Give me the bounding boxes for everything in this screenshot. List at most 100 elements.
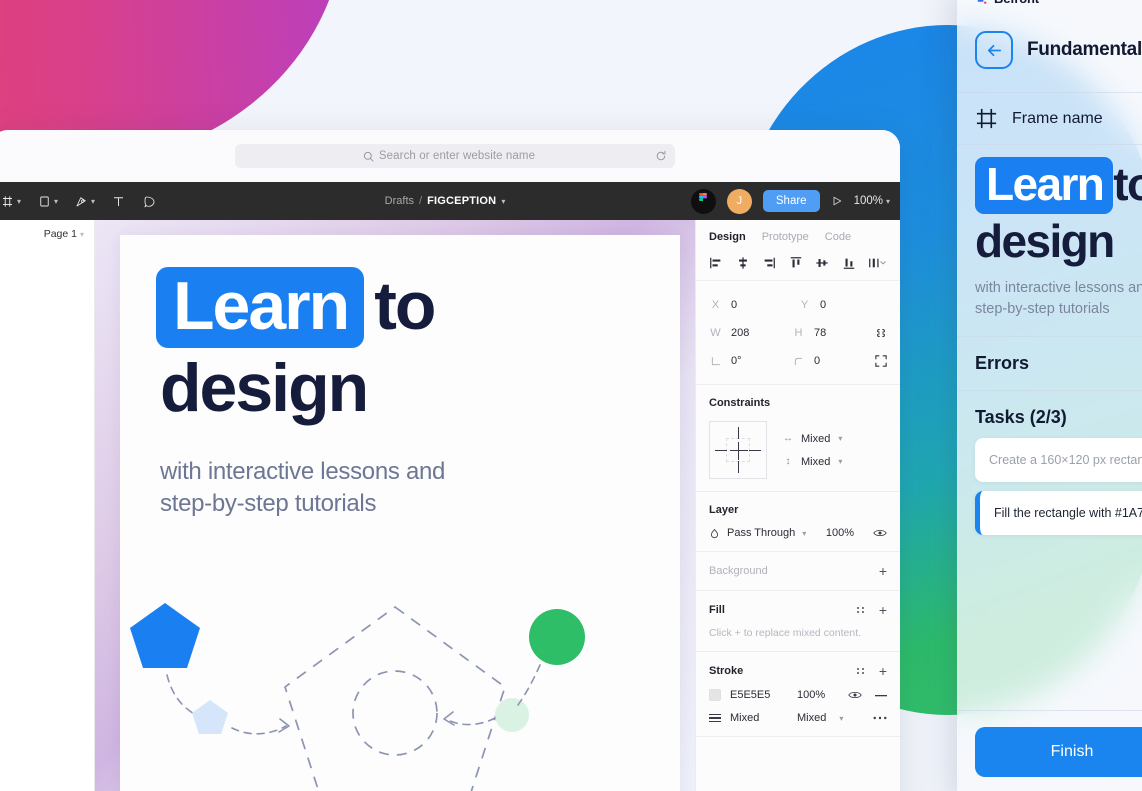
minus-icon[interactable] <box>875 694 887 697</box>
y-label: Y <box>800 299 809 311</box>
constrain-proportions-icon[interactable] <box>875 326 887 340</box>
plus-icon[interactable]: + <box>879 603 887 617</box>
stroke-weight-value[interactable]: Mixed <box>797 712 826 724</box>
w-label: W <box>710 327 721 339</box>
reload-icon[interactable] <box>655 150 667 162</box>
task-item-done[interactable]: Create a 160×120 px rectangle <box>975 437 1142 482</box>
ellipsis-icon[interactable] <box>873 716 887 720</box>
chevron-down-icon[interactable]: ▾ <box>802 529 806 538</box>
y-field[interactable]: Y 0 <box>798 299 887 311</box>
tab-code[interactable]: Code <box>825 231 851 243</box>
text-tool[interactable] <box>111 194 126 209</box>
chevron-down-icon: ▾ <box>838 434 843 443</box>
constraint-center-vertical[interactable] <box>738 442 739 460</box>
constraints-widget[interactable] <box>709 421 767 479</box>
align-horizontal-center-icon[interactable] <box>736 256 750 270</box>
comment-tool[interactable] <box>142 194 157 209</box>
stroke-color-hex[interactable]: E5E5E5 <box>730 689 788 701</box>
styles-dots-icon[interactable] <box>856 607 865 613</box>
zoom-control[interactable]: 100% ▾ <box>854 195 890 207</box>
distribute-icon[interactable] <box>868 256 887 270</box>
shape-illustration <box>120 595 680 791</box>
align-top-icon[interactable] <box>789 256 803 270</box>
stroke-align-value[interactable]: Mixed <box>730 712 788 724</box>
back-button[interactable] <box>975 31 1013 69</box>
page-selector[interactable]: Page 1 ▾ <box>0 220 94 248</box>
transform-properties: X 0 Y 0 W 208 H 78 0° 0 <box>696 281 900 385</box>
constraint-handle-left[interactable] <box>715 450 727 451</box>
stroke-opacity[interactable]: 100% <box>797 689 825 701</box>
headline-line-1: Learn to <box>156 267 644 348</box>
h-value: 78 <box>814 327 827 339</box>
befront-logo[interactable]: Befront <box>957 0 1142 8</box>
tab-design[interactable]: Design <box>709 231 746 243</box>
square-icon <box>37 194 52 209</box>
x-field[interactable]: X 0 <box>709 299 798 311</box>
constraint-dropdowns: ↔ Mixed ▾ ↕ Mixed ▾ <box>783 433 842 468</box>
chevron-down-icon: ▾ <box>91 196 96 206</box>
align-vertical-center-icon[interactable] <box>815 256 829 270</box>
dashed-connector-3 <box>517 664 541 706</box>
pentagon-dashed-outline <box>284 606 506 791</box>
eye-icon[interactable] <box>873 528 887 538</box>
address-bar[interactable]: Search or enter website name <box>235 144 675 168</box>
horizontal-constraint[interactable]: ↔ Mixed ▾ <box>783 433 842 445</box>
frame-name-row[interactable]: Frame name <box>957 92 1142 145</box>
constraint-handle-bottom[interactable] <box>738 461 739 473</box>
figma-canvas[interactable]: Learn to design with interactive lessons… <box>95 220 695 791</box>
stroke-color-swatch[interactable] <box>709 689 721 701</box>
file-name[interactable]: FIGCEPTION <box>427 195 496 207</box>
constraint-center-horizontal[interactable] <box>730 450 748 451</box>
play-icon[interactable] <box>831 195 843 207</box>
dashed-connector-1 <box>166 674 197 716</box>
stroke-color-row: E5E5E5 100% <box>709 689 887 701</box>
corner-radius-field[interactable]: 0 <box>792 355 875 367</box>
preview-rest: to <box>1113 158 1142 210</box>
errors-section-title[interactable]: Errors <box>957 337 1142 391</box>
stroke-lines-icon[interactable] <box>709 713 721 723</box>
preview-highlight: Learn <box>975 157 1114 214</box>
pentagon-solid-blue <box>130 603 200 668</box>
figma-logo-icon[interactable] <box>690 188 716 214</box>
rotation-icon <box>709 356 722 367</box>
constraint-handle-top[interactable] <box>738 427 739 439</box>
align-bottom-icon[interactable] <box>842 256 856 270</box>
chevron-down-icon[interactable]: ▾ <box>839 714 843 723</box>
task-item-active[interactable]: Fill the rectangle with #1A7FF0 <box>975 490 1142 535</box>
layer-opacity[interactable]: 100% <box>826 527 854 539</box>
styles-dots-icon[interactable] <box>856 668 865 674</box>
breadcrumb-separator: / <box>419 195 423 207</box>
background-header: Background + <box>709 564 887 578</box>
plus-icon[interactable]: + <box>879 564 887 578</box>
frame-content: Learn to design with interactive lessons… <box>120 235 680 552</box>
constraints-body: ↔ Mixed ▾ ↕ Mixed ▾ <box>709 421 887 479</box>
frame-tool[interactable]: ▾ <box>37 194 58 209</box>
share-button[interactable]: Share <box>762 190 820 212</box>
tab-prototype[interactable]: Prototype <box>762 231 809 243</box>
befront-footer: Finish <box>957 710 1142 791</box>
avatar[interactable]: J <box>726 188 752 214</box>
blend-mode-value[interactable]: Pass Through <box>727 527 795 539</box>
befront-header: Fundamentals <box>957 8 1142 92</box>
chevron-down-icon[interactable]: ▾ <box>501 197 505 206</box>
align-left-icon[interactable] <box>709 256 723 270</box>
design-frame[interactable]: Learn to design with interactive lessons… <box>120 235 680 791</box>
vertical-constraint[interactable]: ↕ Mixed ▾ <box>783 456 843 468</box>
rotation-field[interactable]: 0° <box>709 355 792 367</box>
independent-corners-icon[interactable] <box>875 355 887 367</box>
position-row: X 0 Y 0 <box>709 291 887 319</box>
finish-button[interactable]: Finish <box>975 727 1142 777</box>
dashed-connector-4 <box>445 717 496 726</box>
width-field[interactable]: W 208 <box>709 327 792 339</box>
constraint-handle-right[interactable] <box>749 450 761 451</box>
align-right-icon[interactable] <box>762 256 776 270</box>
eye-icon[interactable] <box>848 690 862 700</box>
subheadline-line-2: step-by-step tutorials <box>160 489 377 517</box>
pen-tool[interactable]: ▾ <box>74 194 95 209</box>
preview-line-1: Learnto <box>975 157 1142 214</box>
plus-icon[interactable]: + <box>879 664 887 678</box>
breadcrumb-root[interactable]: Drafts <box>385 195 414 207</box>
move-tool[interactable]: ▾ <box>0 194 21 209</box>
headline-highlight: Learn <box>156 267 365 348</box>
height-field[interactable]: H 78 <box>792 327 875 339</box>
